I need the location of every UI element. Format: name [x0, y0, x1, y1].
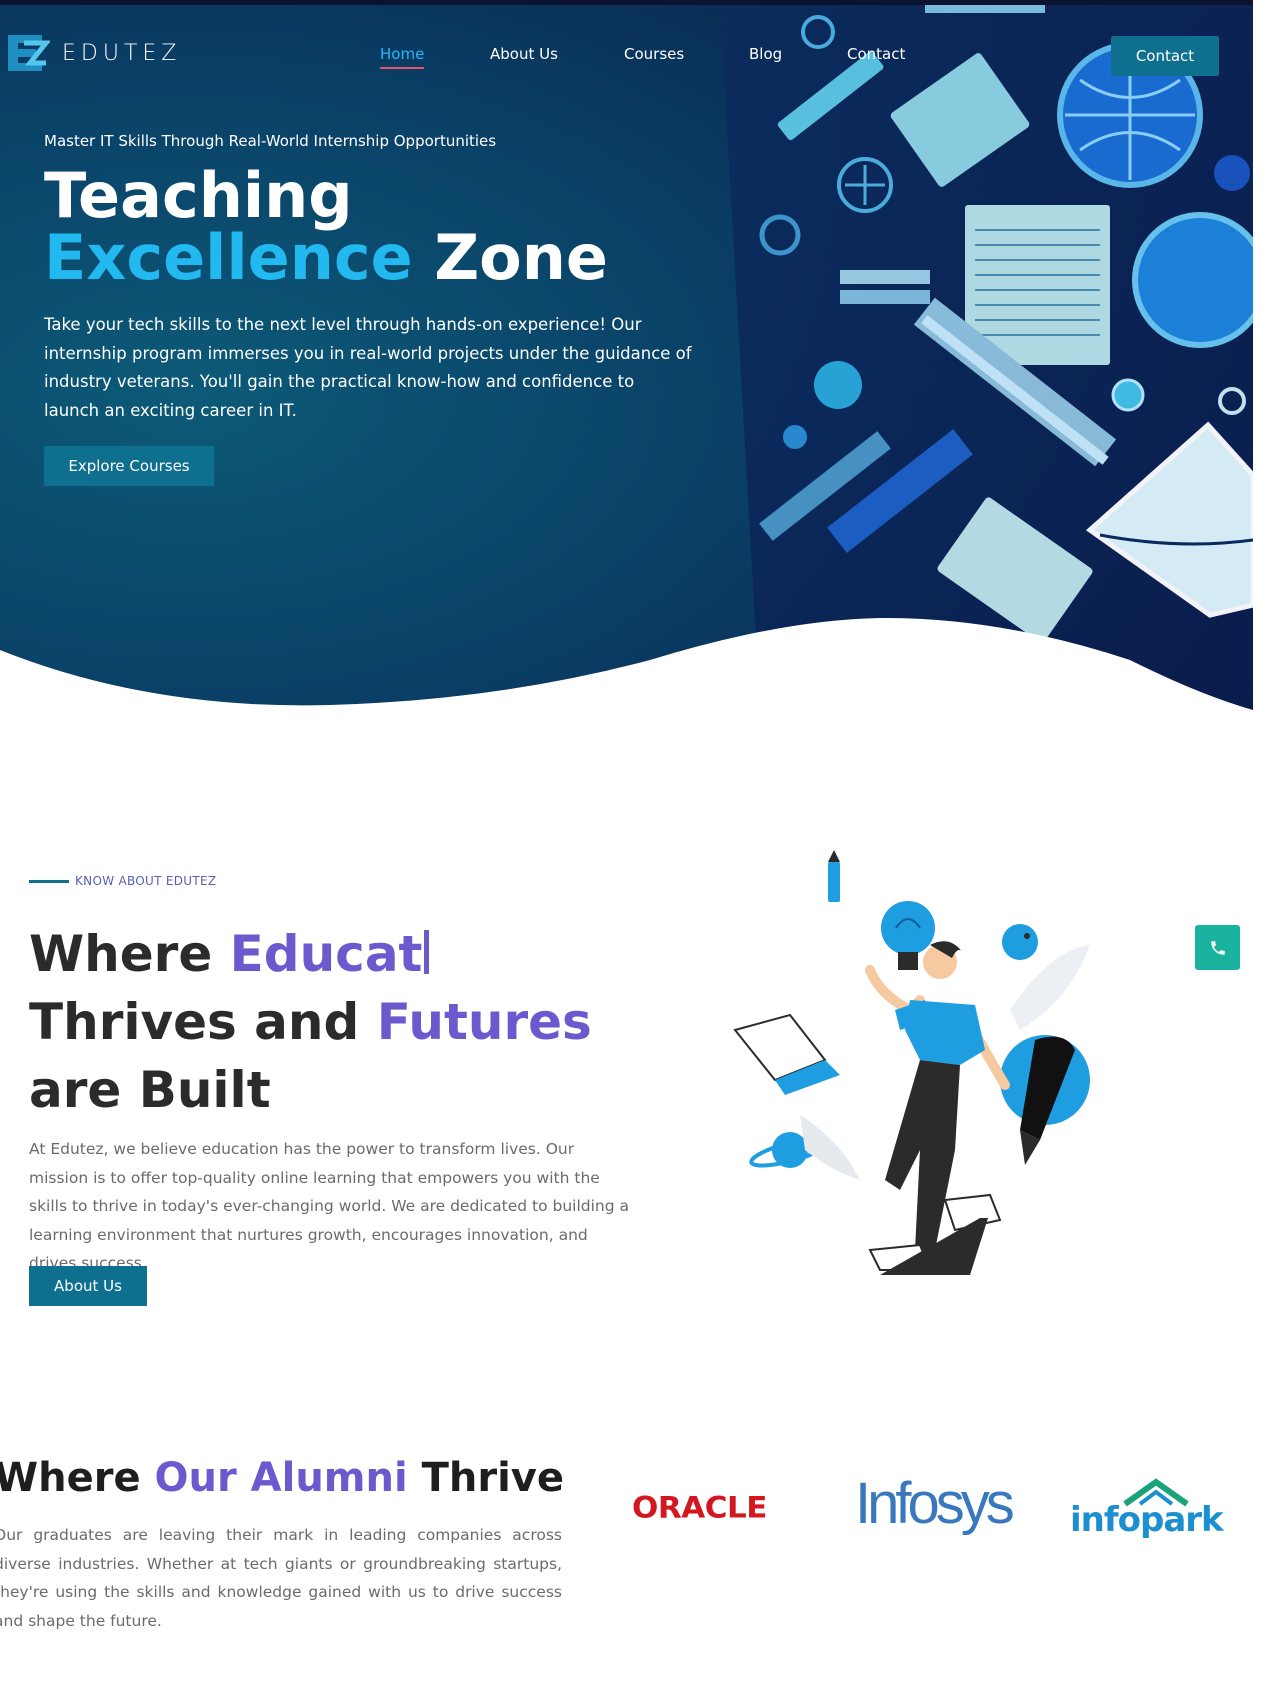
about-title-accent2: Futures — [376, 993, 592, 1051]
brand-name: EDUTEZ — [62, 40, 182, 66]
phone-button[interactable] — [1195, 925, 1240, 970]
contact-button[interactable]: Contact — [1111, 36, 1219, 76]
nav-item-contact[interactable]: Contact — [847, 45, 905, 63]
nav-item-home[interactable]: Home — [380, 45, 425, 69]
about-description: At Edutez, we believe education has the … — [29, 1140, 630, 1272]
ez-logo-icon — [8, 35, 50, 71]
explore-courses-button[interactable]: Explore Courses — [44, 446, 214, 486]
about-us-button[interactable]: About Us — [29, 1266, 147, 1306]
hero-title-accent: Excellence — [44, 221, 413, 294]
hero-description: Take your tech skills to the next level … — [44, 315, 692, 420]
alumni-title-part2: Thrive — [407, 1455, 564, 1501]
phone-icon — [1210, 940, 1225, 955]
nav-item-courses[interactable]: Courses — [624, 45, 684, 63]
hero-title-rest: Zone — [412, 221, 608, 294]
page-right-gutter — [1253, 0, 1269, 1692]
hero-eyebrow: Master IT Skills Through Real-World Inte… — [44, 132, 497, 150]
nav-item-about-us[interactable]: About Us — [490, 45, 558, 63]
hero-title: Teaching Excellence Zone — [44, 165, 608, 289]
about-title: Where Educat Thrives and Futures are Bui… — [29, 920, 649, 1124]
infopark-logo-wrap: infopark — [1070, 1478, 1240, 1548]
nav-item-blog[interactable]: Blog — [749, 45, 782, 63]
infopark-logo: infopark — [1070, 1500, 1224, 1540]
typing-cursor — [424, 930, 430, 974]
about-title-part1: Where — [29, 925, 230, 983]
about-title-part2: Thrives and — [29, 993, 377, 1051]
brand-logo[interactable]: EDUTEZ — [2, 29, 181, 77]
about-title-part3: are Built — [29, 1061, 271, 1119]
oracle-logo: ORACLE — [632, 1490, 767, 1526]
about-title-typed: Educat — [229, 925, 423, 983]
hero-section: EDUTEZ Home About Us Courses Blog Contac… — [0, 5, 1253, 710]
alumni-description: Our graduates are leaving their mark in … — [0, 1526, 562, 1630]
student-illustration — [733, 850, 1090, 1275]
alumni-title-accent: Our Alumni — [154, 1455, 408, 1501]
alumni-title-part1: Where — [0, 1455, 155, 1501]
alumni-title: Where Our Alumni Thrive — [0, 1455, 564, 1501]
infosys-logo: Infosys — [855, 1471, 1015, 1536]
about-eyebrow: KNOW ABOUT EDUTEZ — [75, 874, 217, 888]
eyebrow-divider — [29, 880, 69, 883]
